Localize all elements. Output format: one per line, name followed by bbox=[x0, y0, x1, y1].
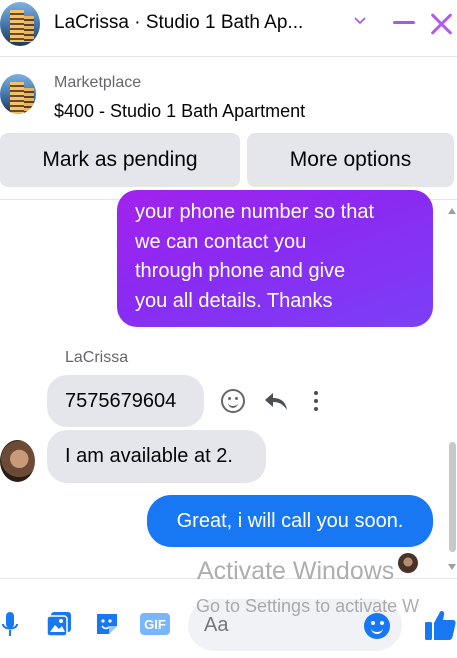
conversation-title[interactable]: LaCrissa · Studio 1 Bath Ap... bbox=[54, 12, 303, 34]
mark-as-pending-button[interactable]: Mark as pending bbox=[0, 133, 240, 187]
close-icon[interactable] bbox=[428, 10, 454, 36]
outgoing-message-bubble[interactable]: your phone number so that we can contact… bbox=[117, 190, 433, 327]
conversation-avatar[interactable] bbox=[0, 2, 40, 46]
sender-name: LaCrissa bbox=[65, 349, 129, 366]
chevron-down-icon[interactable] bbox=[352, 12, 368, 33]
message-line: your phone number so that bbox=[135, 201, 375, 223]
react-emoji-icon[interactable] bbox=[221, 389, 245, 413]
scroll-down-arrow-icon[interactable] bbox=[448, 564, 456, 570]
outgoing-message-bubble[interactable]: Great, i will call you soon. bbox=[147, 495, 433, 547]
thumbs-up-icon[interactable] bbox=[424, 608, 457, 642]
message-line: you all details. Thanks bbox=[135, 289, 333, 312]
scrollbar-thumb[interactable] bbox=[449, 442, 456, 552]
listing-thumbnail[interactable] bbox=[0, 74, 36, 114]
minimize-icon[interactable] bbox=[393, 21, 415, 24]
more-actions-icon[interactable] bbox=[313, 391, 319, 413]
read-receipt-avatar bbox=[398, 553, 418, 573]
activate-windows-watermark: Activate Windows bbox=[197, 557, 395, 585]
activate-windows-subtitle: Go to Settings to activate W bbox=[196, 596, 420, 616]
gif-icon[interactable]: GIF bbox=[140, 613, 170, 635]
sticker-icon[interactable] bbox=[93, 610, 121, 638]
header-divider bbox=[0, 56, 457, 57]
photo-icon[interactable] bbox=[45, 610, 73, 638]
message-line: through phone and give bbox=[135, 260, 346, 282]
microphone-icon[interactable] bbox=[2, 610, 18, 640]
listing-source: Marketplace bbox=[54, 74, 142, 91]
scroll-up-arrow-icon[interactable] bbox=[448, 208, 456, 214]
incoming-message-bubble[interactable]: I am available at 2. bbox=[47, 430, 266, 483]
sender-avatar[interactable] bbox=[0, 440, 35, 482]
more-options-button[interactable]: More options bbox=[247, 133, 454, 187]
message-input-field[interactable] bbox=[204, 614, 354, 637]
message-line: we can contact you bbox=[135, 230, 307, 253]
incoming-message-bubble[interactable]: 7575679604 bbox=[47, 375, 204, 427]
chat-header: LaCrissa · Studio 1 Bath Ap... bbox=[0, 0, 457, 52]
listing-title[interactable]: $400 - Studio 1 Bath Apartment bbox=[54, 101, 305, 122]
reply-icon[interactable] bbox=[263, 388, 289, 414]
